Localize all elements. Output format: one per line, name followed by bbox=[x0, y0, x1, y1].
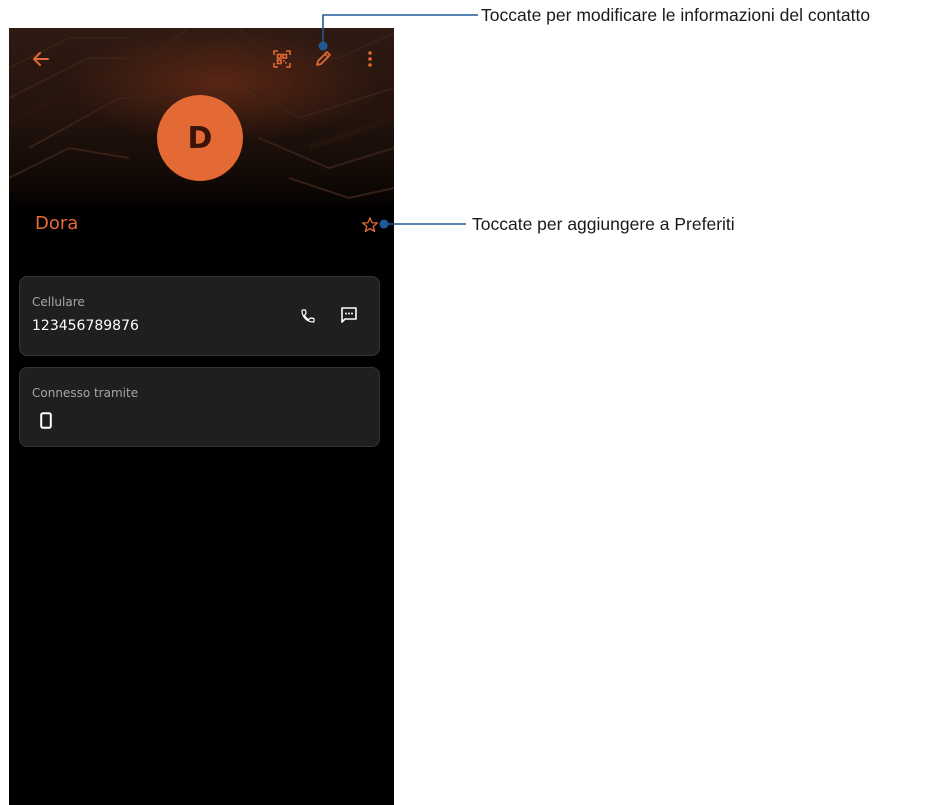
favorite-button[interactable] bbox=[359, 214, 381, 236]
more-options-button[interactable] bbox=[361, 48, 379, 70]
edit-button[interactable] bbox=[312, 48, 334, 70]
favorite-callout-text: Toccate per aggiungere a Preferiti bbox=[472, 214, 735, 234]
smartphone-icon-wrap bbox=[38, 410, 54, 430]
edit-callout-text: Toccate per modificare le informazioni d… bbox=[481, 5, 871, 25]
message-icon bbox=[341, 307, 357, 323]
back-arrow-icon bbox=[33, 52, 49, 66]
qr-code-button[interactable] bbox=[271, 48, 293, 70]
more-vert-icon bbox=[368, 51, 372, 67]
mobile-label: Cellulare bbox=[32, 295, 85, 309]
qr-code-icon bbox=[273, 50, 291, 68]
pencil-edit-icon bbox=[316, 51, 331, 66]
mobile-number: 123456789876 bbox=[32, 318, 139, 334]
call-button[interactable] bbox=[297, 305, 319, 327]
smartphone-icon bbox=[40, 411, 52, 429]
back-button[interactable] bbox=[29, 48, 51, 70]
phone-screen: D Dora Cellulare 123456789876 Connesso t… bbox=[9, 28, 394, 805]
avatar-initial: D bbox=[187, 120, 213, 156]
message-button[interactable] bbox=[338, 304, 360, 326]
phone-call-icon bbox=[301, 309, 315, 323]
contact-avatar: D bbox=[157, 95, 243, 181]
star-outline-icon bbox=[361, 217, 379, 233]
connected-via-label: Connesso tramite bbox=[32, 386, 139, 400]
connected-via-card: Connesso tramite bbox=[19, 367, 380, 447]
mobile-number-card[interactable]: Cellulare 123456789876 bbox=[19, 276, 380, 356]
contact-name: Dora bbox=[35, 213, 79, 234]
